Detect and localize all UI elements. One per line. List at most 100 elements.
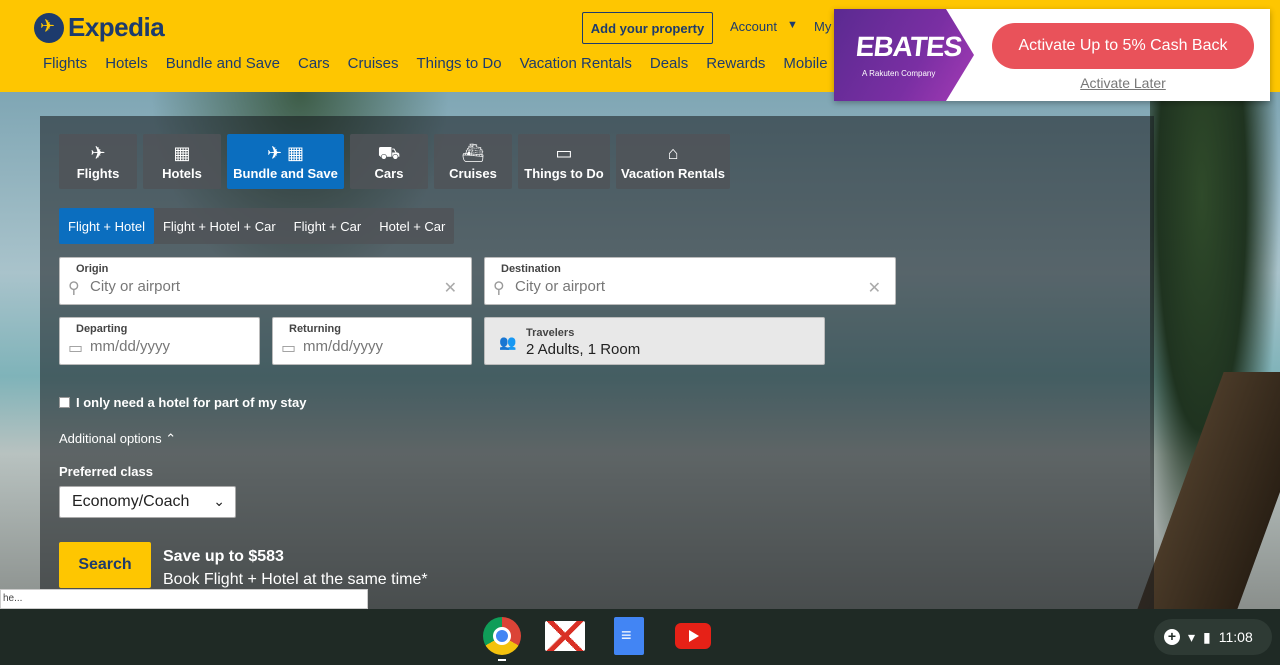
returning-label: Returning [289,323,341,335]
plane-icon: ✈ [90,142,106,163]
tab-vacation-rentals[interactable]: ⌂ Vacation Rentals [616,134,730,189]
my-trips-link[interactable]: My [814,19,831,34]
returning-field[interactable]: Returning ▭ [272,317,472,365]
activate-cashback-button[interactable]: Activate Up to 5% Cash Back [992,23,1254,69]
search-button[interactable]: Search [59,542,151,588]
tab-label: Cruises [449,165,497,181]
ebates-subtitle: A Rakuten Company [862,69,936,78]
preferred-class-label: Preferred class [59,464,153,479]
ebates-popup: EBATES A Rakuten Company Activate Up to … [834,9,1270,101]
ebates-logo-text: EBATES [854,31,964,62]
travelers-selector[interactable]: 👥 Travelers 2 Adults, 1 Room [484,317,825,365]
product-tabs: ✈ Flights ▦ Hotels ✈ ▦ Bundle and Save ⛟… [59,134,730,189]
wifi-icon: ▾ [1188,628,1196,645]
battery-icon: ▮ [1203,628,1211,645]
clear-icon[interactable]: ✕ [444,278,457,298]
tab-label: Bundle and Save [233,165,338,181]
docs-app[interactable] [609,616,649,656]
nav-deals[interactable]: Deals [650,55,688,72]
account-menu[interactable]: Account [730,19,777,34]
add-icon: + [1164,629,1180,645]
youtube-icon [675,623,711,649]
docs-icon [614,617,644,655]
nav-cruises[interactable]: Cruises [348,55,399,72]
clear-icon[interactable]: ✕ [868,278,881,298]
tab-flights[interactable]: ✈ Flights [59,134,137,189]
running-indicator [498,659,506,661]
nav-hotels[interactable]: Hotels [105,55,148,72]
origin-input[interactable] [90,278,410,295]
main-nav: Flights Hotels Bundle and Save Cars Crui… [43,55,828,72]
map-pin-icon: ⚲ [493,280,505,297]
nav-flights[interactable]: Flights [43,55,87,72]
savings-title: Save up to $583 [163,548,284,565]
ebates-logo: EBATES A Rakuten Company [834,9,974,101]
logo-text: Expedia [68,12,165,42]
additional-options-label: Additional options [59,431,162,446]
partial-hotel-checkbox[interactable]: I only need a hotel for part of my stay [59,395,306,410]
subtab-flight-car[interactable]: Flight + Car [285,208,371,244]
travelers-label: Travelers [526,327,575,339]
gmail-app[interactable] [545,616,585,656]
destination-input[interactable] [515,278,835,295]
nav-mobile[interactable]: Mobile [783,55,827,72]
nav-rewards[interactable]: Rewards [706,55,765,72]
plane-building-icon: ✈ ▦ [266,142,305,163]
nav-cars[interactable]: Cars [298,55,330,72]
chrome-icon [483,617,521,655]
subtab-flight-hotel[interactable]: Flight + Hotel [59,208,154,244]
bundle-subtabs: Flight + Hotel Flight + Hotel + Car Flig… [59,208,455,244]
partial-hotel-label: I only need a hotel for part of my stay [76,395,307,410]
activate-later-link[interactable]: Activate Later [992,75,1254,91]
departing-input[interactable] [90,338,250,355]
subtab-flight-hotel-car[interactable]: Flight + Hotel + Car [154,208,285,244]
tab-label: Vacation Rentals [620,165,726,181]
additional-options-toggle[interactable]: Additional options ⌃ [59,431,176,447]
tab-label: Hotels [162,165,202,181]
returning-input[interactable] [303,338,463,355]
travelers-value: 2 Adults, 1 Room [526,341,641,358]
nav-vacation-rentals[interactable]: Vacation Rentals [520,55,632,72]
expedia-logo[interactable]: Expedia [34,12,165,43]
clock: 11:08 [1218,629,1253,645]
ship-icon: ⛴ [461,142,485,163]
globe-plane-icon [34,12,64,43]
calendar-icon: ▭ [68,340,84,357]
savings-subtitle: Book Flight + Hotel at the same time* [163,571,428,588]
destination-label: Destination [501,263,561,275]
tab-hotels[interactable]: ▦ Hotels [143,134,221,189]
tab-bundle-and-save[interactable]: ✈ ▦ Bundle and Save [227,134,344,189]
calendar-icon: ▭ [281,340,297,357]
nav-bundle[interactable]: Bundle and Save [166,55,280,72]
system-tray[interactable]: + ▾ ▮ 11:08 [1154,619,1272,655]
building-icon: ▦ [173,142,191,163]
nav-things-to-do[interactable]: Things to Do [417,55,502,72]
status-bubble: he... [0,589,368,609]
add-property-button[interactable]: Add your property [582,12,713,44]
checkbox[interactable] [59,397,70,408]
departing-label: Departing [76,323,128,335]
map-pin-icon: ⚲ [68,280,80,297]
chevron-up-icon: ⌃ [165,431,177,446]
destination-field[interactable]: Destination ⚲ ✕ [484,257,896,305]
tab-label: Flights [76,165,120,181]
tab-cars[interactable]: ⛟ Cars [350,134,428,189]
people-icon: 👥 [499,334,517,350]
departing-field[interactable]: Departing ▭ [59,317,260,365]
preferred-class-value: Economy/Coach [72,493,190,510]
chevron-down-icon[interactable]: ▼ [787,19,798,31]
preferred-class-select[interactable]: Economy/Coach ⌄ [59,486,236,518]
chrome-app[interactable] [482,616,522,656]
origin-field[interactable]: Origin ⚲ ✕ [59,257,472,305]
chevron-down-icon: ⌄ [213,493,225,509]
house-icon: ⌂ [667,142,679,163]
ticket-icon: ▭ [555,142,573,163]
tab-things-to-do[interactable]: ▭ Things to Do [518,134,610,189]
tab-cruises[interactable]: ⛴ Cruises [434,134,512,189]
car-icon: ⛟ [377,142,401,163]
gmail-icon [545,621,585,651]
tab-label: Cars [374,165,404,181]
subtab-hotel-car[interactable]: Hotel + Car [370,208,454,244]
youtube-app[interactable] [673,616,713,656]
tab-label: Things to Do [524,165,604,181]
